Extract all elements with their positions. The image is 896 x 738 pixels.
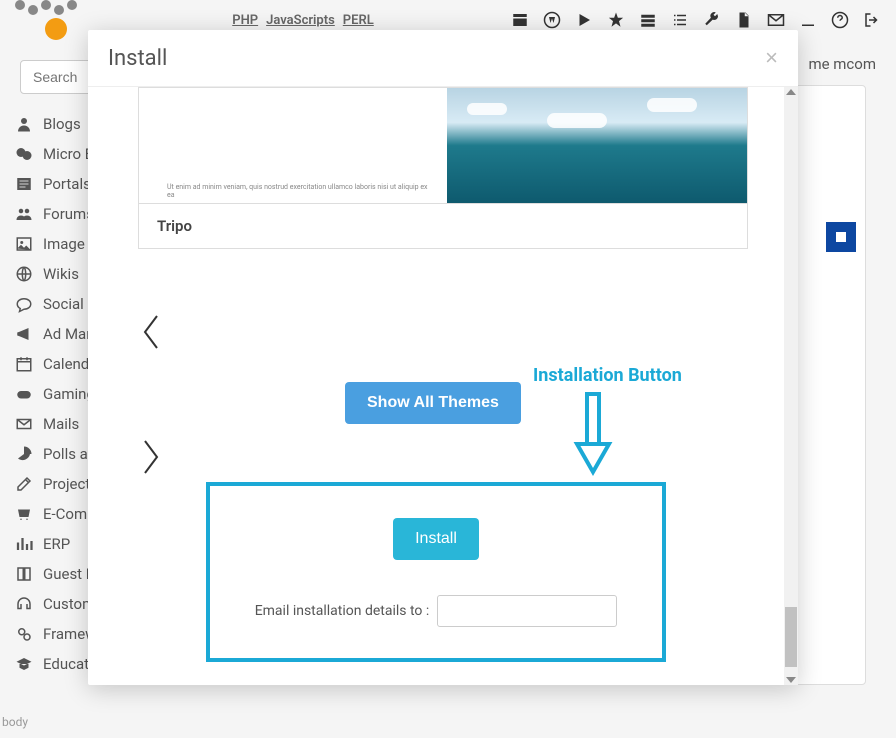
annotation-arrow-icon bbox=[573, 392, 613, 477]
install-box: Install Email installation details to : bbox=[206, 482, 666, 662]
email-input[interactable] bbox=[437, 595, 617, 627]
annotation-label: Installation Button bbox=[533, 365, 682, 386]
email-label: Email installation details to : bbox=[255, 603, 430, 619]
email-row: Email installation details to : bbox=[255, 595, 618, 627]
chevron-right-icon[interactable] bbox=[136, 437, 166, 477]
theme-preview: Ut enim ad minim veniam, quis nostrud ex… bbox=[139, 88, 747, 203]
close-icon[interactable]: × bbox=[765, 45, 778, 71]
theme-preview-image bbox=[447, 88, 747, 203]
scroll-up-icon[interactable] bbox=[786, 89, 796, 95]
theme-card[interactable]: Ut enim ad minim veniam, quis nostrud ex… bbox=[138, 87, 748, 249]
install-modal: Install × Ut enim ad minim veniam, quis … bbox=[88, 30, 798, 685]
chevron-left-icon[interactable] bbox=[136, 312, 166, 352]
scrollbar[interactable] bbox=[784, 87, 798, 685]
scroll-thumb[interactable] bbox=[785, 607, 797, 667]
modal-body: Ut enim ad minim veniam, quis nostrud ex… bbox=[88, 87, 798, 685]
modal-overlay: Install × Ut enim ad minim veniam, quis … bbox=[0, 0, 896, 738]
theme-preview-text: Ut enim ad minim veniam, quis nostrud ex… bbox=[139, 88, 447, 203]
install-button[interactable]: Install bbox=[393, 518, 479, 560]
scroll-down-icon[interactable] bbox=[786, 677, 796, 683]
show-all-themes-button[interactable]: Show All Themes bbox=[345, 382, 521, 424]
modal-title: Install bbox=[108, 46, 167, 71]
theme-name: Tripo bbox=[139, 203, 747, 248]
modal-header: Install × bbox=[88, 30, 798, 87]
